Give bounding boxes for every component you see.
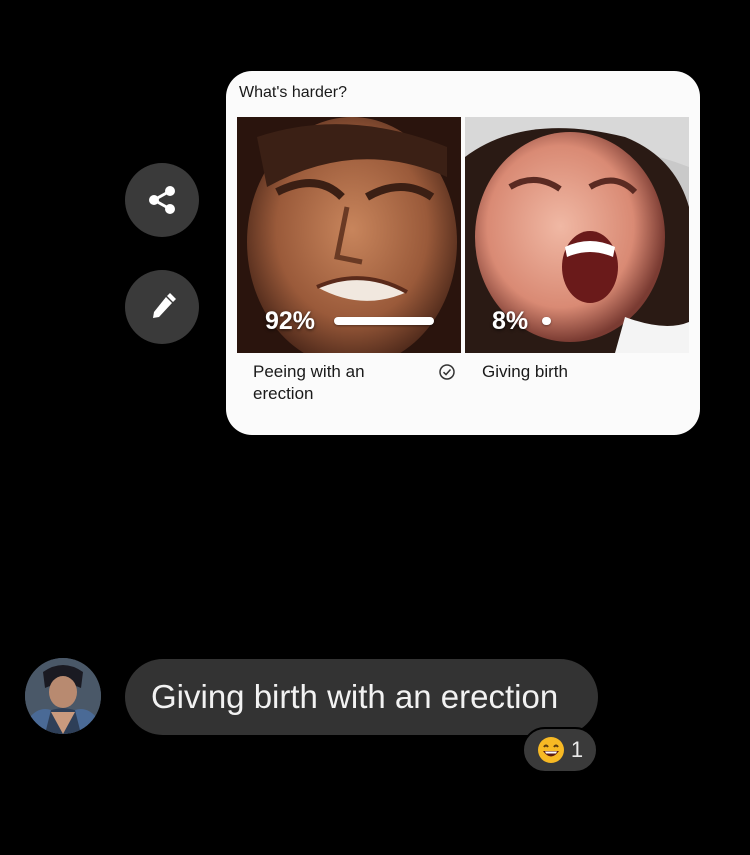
option-1-result-fill <box>334 317 434 325</box>
share-button[interactable] <box>125 163 199 237</box>
message-bubble[interactable]: Giving birth with an erection <box>125 659 598 735</box>
user-avatar-image <box>25 658 101 734</box>
check-circle-icon <box>439 364 455 380</box>
option-1-percent: 92% <box>265 307 316 335</box>
option-1-result-bar <box>334 317 434 325</box>
option-2-result-fill <box>542 317 551 325</box>
option-1-label[interactable]: Peeing with an erection <box>253 361 403 405</box>
poll-question: What's harder? <box>239 84 347 101</box>
grinning-face-emoji-icon <box>537 737 564 763</box>
option-2-percent: 8% <box>492 307 529 335</box>
edit-button[interactable] <box>125 270 199 344</box>
pencil-icon <box>153 293 176 318</box>
reaction-pill[interactable]: 1 <box>522 727 598 773</box>
reaction-count: 1 <box>570 737 584 762</box>
message-text: Giving birth with an erection <box>151 678 559 715</box>
poll-card: What's harder? 92% 8% Peeing with an ere… <box>226 71 700 435</box>
share-icon <box>149 186 175 214</box>
avatar[interactable] <box>25 658 101 734</box>
option-2-result-bar <box>542 317 642 325</box>
option-2-label[interactable]: Giving birth <box>482 361 662 383</box>
